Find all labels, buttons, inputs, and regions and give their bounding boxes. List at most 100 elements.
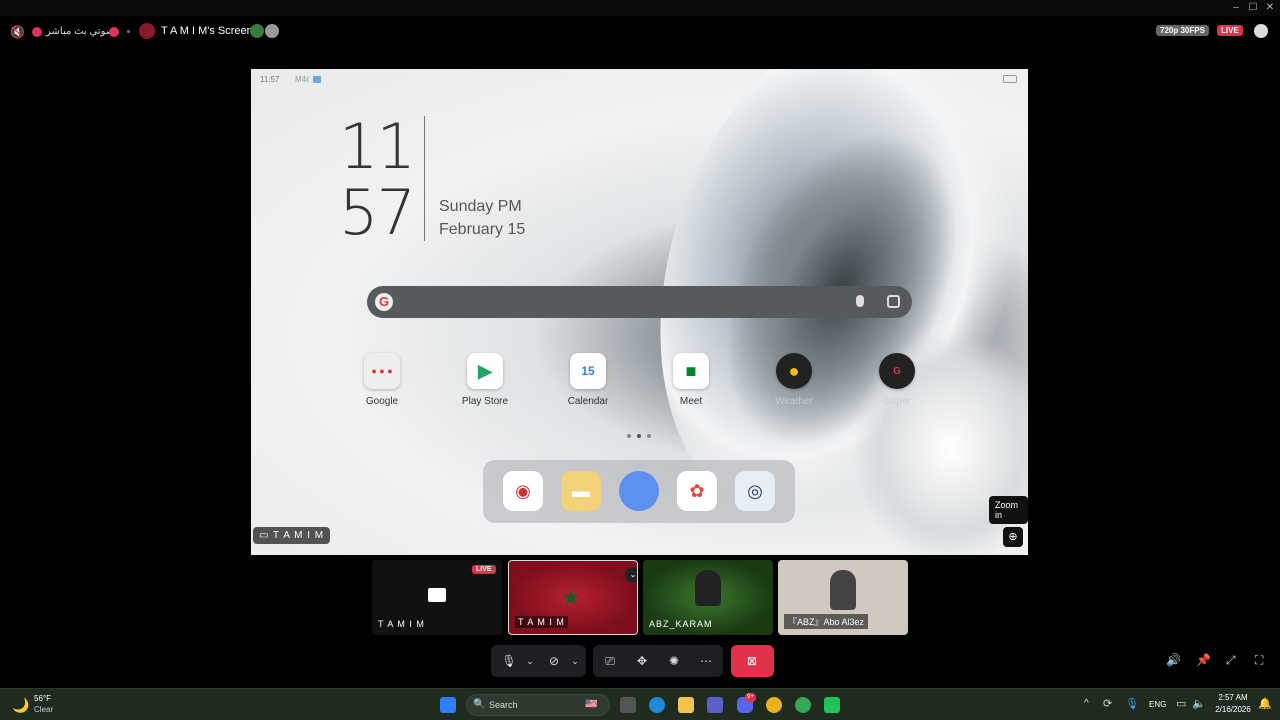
flag-icon: 🇺🇸 (585, 699, 598, 710)
clock-day: Sunday PM (439, 198, 522, 215)
speaker-mute-icon[interactable]: 🔇 (10, 25, 25, 39)
goper-icon: G (879, 353, 915, 389)
leave-call-button[interactable]: ⊠ (731, 645, 774, 677)
participant-tile[interactable]: ★ ⌄ 👤 T A M I M (508, 560, 638, 635)
discord-icon[interactable]: 9+ (737, 693, 756, 713)
app-icon[interactable] (824, 697, 840, 713)
file-explorer-icon[interactable] (678, 697, 694, 713)
sync-icon[interactable]: ⟳ (1103, 697, 1112, 710)
screen-share-icon (428, 588, 446, 602)
discord-badge: 9+ (745, 693, 756, 702)
notification-bell-icon[interactable]: 🔔 (1258, 697, 1272, 710)
participant-tile[interactable]: LIVE T A M I M (372, 560, 502, 635)
microphone-tray-icon[interactable]: 🎙 (1125, 697, 1139, 710)
files-icon[interactable]: ▬ (561, 471, 601, 511)
audio-video-controls: 🎙 ⌄ ⊘ ⌄ (491, 645, 586, 677)
browser-icon[interactable] (619, 471, 659, 511)
screen-icon: ▭ (259, 530, 274, 541)
more-icon[interactable]: ⋯ (697, 653, 715, 669)
camera-icon[interactable]: ◎ (735, 471, 775, 511)
volume-icon[interactable]: 🔊 (1166, 653, 1181, 667)
app-calendar[interactable]: 15 Calendar (553, 353, 623, 407)
viewer-avatar[interactable] (250, 24, 264, 38)
clock-minute: 57 (339, 176, 416, 249)
app-weather[interactable]: ● Weather (759, 353, 829, 407)
app-google[interactable]: ● ● ● Google (347, 353, 417, 407)
chevron-down-icon[interactable]: ⌄ (566, 653, 584, 669)
edge-icon[interactable] (649, 697, 665, 713)
taskbar-search[interactable]: 🔍 Search 🇺🇸 (466, 694, 610, 716)
popout-icon[interactable]: ⤢ (1226, 653, 1236, 668)
app-goper[interactable]: G Goper (862, 353, 932, 407)
status-extra: M4ℓ (295, 75, 309, 84)
camera-app-icon[interactable]: ◉ (503, 471, 543, 511)
weather-icon: ● (776, 353, 812, 389)
network-icon[interactable]: ▭ (1176, 697, 1186, 710)
app-meet[interactable]: ■ Meet (656, 353, 726, 407)
page-dot (627, 434, 631, 438)
clock-divider (424, 116, 425, 241)
photos-icon[interactable]: ✿ (677, 471, 717, 511)
tray-chevron-icon[interactable]: ^ (1084, 698, 1089, 709)
participant-name: T A M I M (515, 616, 568, 628)
windows-start-icon[interactable] (440, 697, 456, 713)
chat-icon[interactable] (1254, 24, 1268, 38)
close-icon[interactable]: ✕ (1262, 1, 1278, 15)
app-label: Goper (883, 396, 911, 407)
app-dock: ◉ ▬ ✿ ◎ (483, 460, 795, 523)
chevron-down-icon[interactable]: ⌄ (521, 653, 539, 669)
separator-dot (127, 30, 130, 33)
participant-tile[interactable]: ABZ_KARAM (643, 560, 773, 635)
share-screen-icon[interactable]: ⎚ (601, 653, 619, 669)
app-label: Calendar (567, 396, 609, 407)
app-label: Weather (775, 396, 813, 407)
app-play-store[interactable]: ▶ Play Store (450, 353, 520, 407)
zoom-in-icon[interactable]: ⊕ (1003, 527, 1023, 547)
weather-temp[interactable]: 56°F (34, 694, 51, 703)
activities-icon[interactable]: ✥ (633, 653, 651, 669)
teams-icon[interactable] (707, 697, 723, 713)
participant-tile[interactable]: 『ABZ』Abo Al3ez (778, 560, 908, 635)
leave-icon: ⊠ (746, 654, 758, 668)
clock-hour: 11 (339, 110, 416, 183)
taskbar-date[interactable]: 2/16/2026 (1212, 705, 1254, 714)
page-dot (637, 434, 641, 438)
minimize-icon[interactable]: – (1228, 1, 1244, 15)
weather-desc: Clear (34, 705, 54, 714)
soundboard-icon[interactable]: ✺ (665, 653, 683, 669)
google-folder-icon: ● ● ● (364, 353, 400, 389)
participant-name: ABZ_KARAM (649, 619, 713, 629)
camera-off-icon[interactable]: ⊘ (545, 653, 563, 669)
windows-taskbar: 🌙 56°F Clear 🔍 Search 🇺🇸 9+ ^ ⟳ 🎙 ENG ▭ … (0, 688, 1280, 720)
channel-name[interactable]: صوتي بث مباشر (46, 26, 114, 37)
chrome-icon[interactable] (766, 697, 782, 713)
language-indicator[interactable]: ENG (1149, 700, 1166, 709)
screen-share-stage[interactable]: 11:57 M4ℓ 11 57 Sunday PM February 15 G … (251, 69, 1028, 555)
stream-owner-label: ▭ T A M I M (253, 527, 331, 544)
mic-icon[interactable] (856, 295, 864, 307)
channel-dot-icon (32, 27, 42, 37)
volume-tray-icon[interactable]: 🔈 (1192, 697, 1206, 710)
chevron-down-icon[interactable]: ⌄ (625, 567, 637, 583)
moon-icon: 🌙 (12, 697, 30, 713)
task-view-icon[interactable] (620, 697, 636, 713)
stream-owner-name: T A M I M (273, 530, 325, 541)
live-badge: LIVE (472, 565, 496, 574)
taskbar-time[interactable]: 2:57 AM (1214, 693, 1252, 702)
app-label: Meet (679, 396, 703, 407)
avatar (695, 570, 721, 606)
search-icon: 🔍 (473, 699, 486, 710)
viewer-avatar[interactable] (265, 24, 279, 38)
chrome-profile-icon[interactable] (795, 697, 811, 713)
lens-icon[interactable] (887, 295, 900, 308)
zoom-tooltip: Zoom in (989, 496, 1028, 524)
fullscreen-icon[interactable]: ⛶ (1255, 653, 1263, 668)
pin-icon[interactable]: 📌 (1196, 653, 1211, 667)
google-icon: G (375, 293, 393, 311)
channel-dot-icon (109, 27, 119, 37)
notification-icon (313, 76, 321, 83)
mic-icon[interactable]: 🎙 (500, 653, 518, 669)
google-search-bar[interactable]: G (367, 286, 912, 318)
app-label: Play Store (461, 396, 509, 407)
maximize-icon[interactable]: ☐ (1245, 1, 1261, 15)
